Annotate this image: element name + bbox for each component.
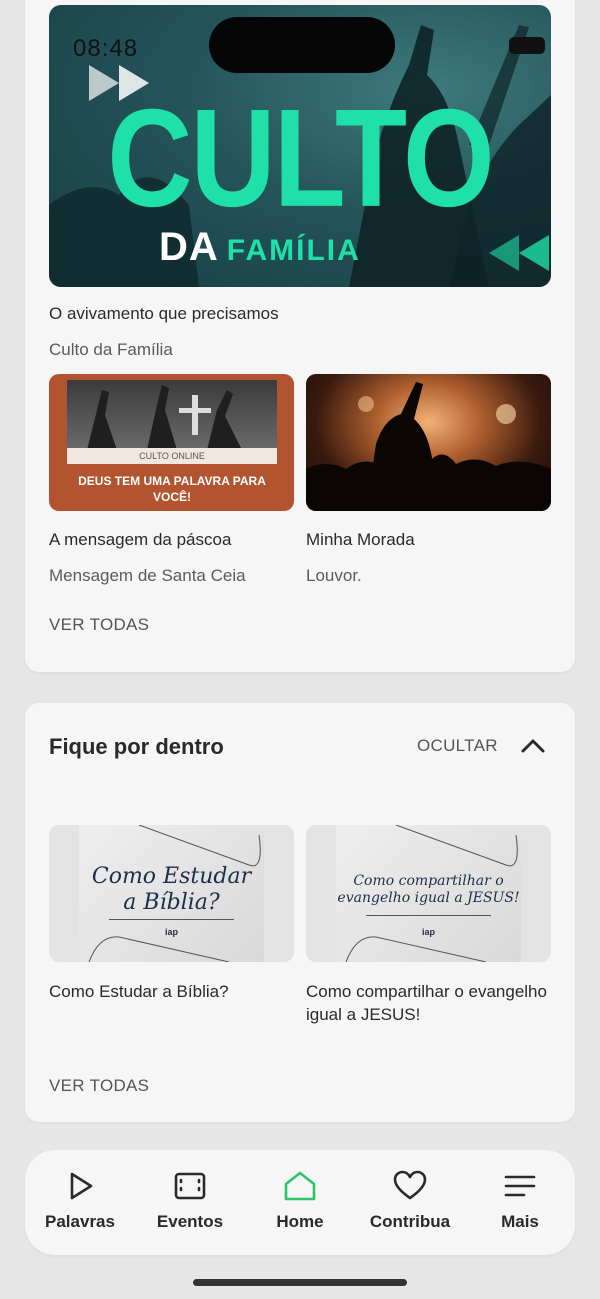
video-subtitle-pascoa: Mensagem de Santa Ceia [49,566,246,585]
tab-home[interactable]: Home [245,1170,355,1232]
tab-palavras[interactable]: Palavras [25,1170,135,1232]
menu-icon [504,1175,536,1197]
tab-label: Mais [501,1212,539,1231]
thumbnail-message: DEUS TEM UMA PALAVRA PARA VOCÊ! [78,474,266,504]
video-subtitle-minha-morada: Louvor. [306,566,362,585]
hero-notch [209,17,395,73]
blog-thumbnail-compartilhar-evangelho[interactable]: Como compartilhar o evangelho igual a JE… [306,825,551,962]
featured-title[interactable]: O avivamento que precisamos [49,304,279,324]
videos-card: 08:48 CULTO DA FAMÍLIA O avivamento que … [25,0,575,672]
culto-online-tag: CULTO ONLINE [67,448,277,464]
calendar-icon [174,1172,206,1200]
bottom-tab-bar: Palavras Eventos Home Contribua Mais [25,1150,575,1255]
concert-crowd-image [306,382,551,511]
see-all-posts-link[interactable]: VER TODAS [49,1076,149,1096]
tab-label: Palavras [45,1212,115,1231]
tab-label: Contribua [369,1212,451,1231]
divider [366,915,491,916]
video-thumbnail-pascoa[interactable]: CULTO ONLINE DEUS TEM UMA PALAVRA PARA V… [49,374,294,511]
hands-raised-image [67,380,277,450]
tab-label: Eventos [156,1212,224,1231]
blog-card: Fique por dentro OCULTAR Como Estudar a … [25,703,575,1122]
battery-icon [509,37,545,54]
play-icon [70,1172,93,1200]
video-thumbnail-minha-morada[interactable] [306,374,551,511]
divider [109,919,234,920]
blog-title-compartilhar-evangelho[interactable]: Como compartilhar o evangelho igual a JE… [306,980,551,1026]
tab-eventos[interactable]: Eventos [135,1170,245,1232]
blog-image-line-1: Como Estudar [91,864,252,889]
video-title-minha-morada[interactable]: Minha Morada [306,530,415,550]
tab-mais[interactable]: Mais [465,1170,575,1232]
iap-logo: iap [421,927,435,937]
blog-title-estudar-biblia[interactable]: Como Estudar a Bíblia? [49,980,294,1003]
tab-label: Home [276,1212,324,1231]
hide-section-button[interactable]: OCULTAR [417,736,498,756]
hero-time-text: 08:48 [73,35,139,62]
heart-icon [393,1170,427,1200]
tab-contribua[interactable]: Contribua [355,1170,465,1232]
blog-image-line-2: evangelho igual a JESUS! [337,890,520,906]
video-title-pascoa[interactable]: A mensagem da páscoa [49,530,231,550]
blog-thumbnail-estudar-biblia[interactable]: Como Estudar a Bíblia? iap [49,825,294,962]
home-indicator[interactable] [193,1279,407,1286]
featured-subtitle: Culto da Família [49,340,173,359]
iap-logo: iap [164,927,178,937]
blog-image-line-1: Como compartilhar o [353,873,504,889]
hero-title-text: CULTO [107,80,494,237]
see-all-videos-link[interactable]: VER TODAS [49,615,149,635]
featured-video-thumbnail[interactable]: 08:48 CULTO DA FAMÍLIA [49,5,551,287]
home-icon [284,1171,316,1201]
hero-subtitle-da: DA [159,225,219,269]
section-title: Fique por dentro [49,734,224,759]
chevron-up-icon[interactable] [521,737,545,753]
hero-subtitle: DA FAMÍLIA [159,225,361,270]
blog-image-line-2: a Bíblia? [123,890,220,915]
hero-subtitle-familia: FAMÍLIA [226,234,361,267]
